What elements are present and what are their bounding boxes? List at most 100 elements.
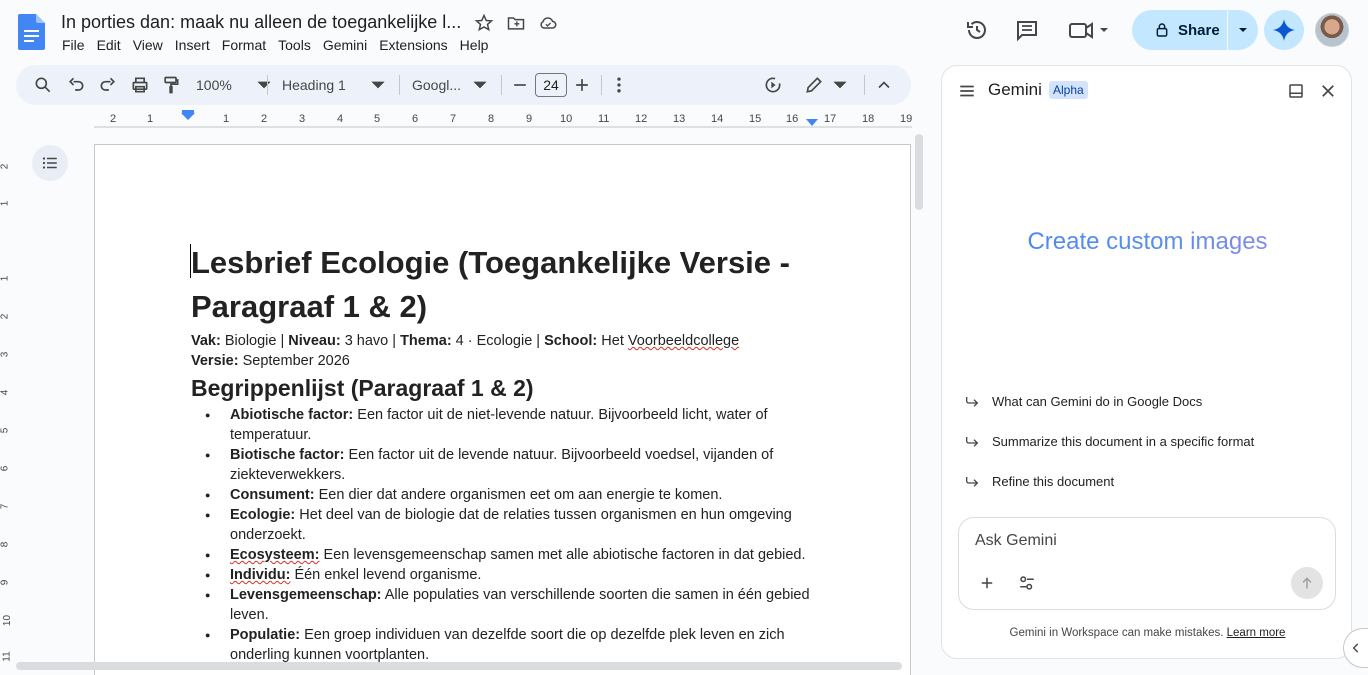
suggestion-chip[interactable]: Refine this document xyxy=(964,473,1114,489)
ruler-label: 6 xyxy=(412,113,419,125)
term-definition: Een levensgemeenschap samen met alle abi… xyxy=(319,547,806,563)
learn-more-link[interactable]: Learn more xyxy=(1227,627,1286,639)
menu-insert[interactable]: Insert xyxy=(175,37,216,53)
meta-school-label: School: xyxy=(544,333,598,349)
section-heading[interactable]: Begrippenlijst (Paragraaf 1 & 2) xyxy=(191,373,821,403)
zoom-select[interactable]: 100% xyxy=(196,75,274,95)
gemini-sparkle-icon xyxy=(1273,19,1295,41)
decrease-font-size-icon[interactable] xyxy=(510,75,530,95)
vertical-scrollbar[interactable] xyxy=(915,134,923,210)
chevron-down-icon xyxy=(473,81,487,89)
chevron-down-icon xyxy=(833,81,847,89)
list-item[interactable]: Levensgemeenschap: Alle populaties van v… xyxy=(191,585,821,625)
text-cursor xyxy=(190,244,191,278)
move-folder-icon[interactable] xyxy=(506,13,526,33)
menu-help[interactable]: Help xyxy=(460,37,495,53)
ask-gemini-input[interactable]: Ask Gemini xyxy=(958,517,1336,610)
style-value: Heading 1 xyxy=(282,77,346,93)
document-page[interactable]: Lesbrief Ecologie (Toegankelijke Versie … xyxy=(94,144,911,675)
document-body[interactable]: Lesbrief Ecologie (Toegankelijke Versie … xyxy=(190,241,821,665)
menu-tools[interactable]: Tools xyxy=(278,37,317,53)
ruler-label: 4 xyxy=(0,389,11,396)
main-toolbar: 100% Heading 1 Googl... 24 xyxy=(16,65,911,105)
close-icon[interactable] xyxy=(1319,82,1337,100)
ruler-label: 11 xyxy=(1,651,13,662)
redo-icon[interactable] xyxy=(98,75,118,95)
ruler-label: 14 xyxy=(711,113,724,125)
undo-icon[interactable] xyxy=(66,75,86,95)
ruler-label: 2 xyxy=(110,113,117,125)
list-item[interactable]: Abiotische factor: Een factor uit de nie… xyxy=(191,405,821,445)
paragraph-style-select[interactable]: Heading 1 xyxy=(282,75,388,95)
send-button[interactable] xyxy=(1291,567,1323,599)
list-item[interactable]: Individu: Één enkel levend organisme. xyxy=(191,565,821,585)
term-name: Ecologie: xyxy=(230,507,296,523)
version-line[interactable]: Versie: September 2026 xyxy=(191,351,821,371)
share-button[interactable]: Share xyxy=(1132,10,1258,50)
suggestion-chip[interactable]: What can Gemini do in Google Docs xyxy=(964,393,1202,409)
alpha-badge: Alpha xyxy=(1049,81,1088,99)
cloud-saved-icon[interactable] xyxy=(538,13,558,33)
list-item[interactable]: Populatie: Een groep individuen van deze… xyxy=(191,625,821,665)
increase-font-size-icon[interactable] xyxy=(572,75,592,95)
document-outline-button[interactable] xyxy=(32,145,68,181)
share-label: Share xyxy=(1178,21,1220,39)
menu-extensions[interactable]: Extensions xyxy=(379,37,453,53)
horizontal-scrollbar[interactable] xyxy=(16,662,902,670)
term-name: Levensgemeenschap: xyxy=(230,587,382,603)
tune-settings-icon[interactable] xyxy=(1018,574,1036,592)
lock-icon xyxy=(1156,23,1168,37)
version-history-icon[interactable] xyxy=(965,18,989,42)
horizontal-ruler[interactable]: 2 1 1 2 3 4 5 6 7 8 9 10 11 12 13 14 15 … xyxy=(94,110,912,128)
comments-icon[interactable] xyxy=(1015,18,1039,42)
google-docs-icon[interactable] xyxy=(18,14,45,50)
meta-niveau-label: Niveau: xyxy=(288,333,341,349)
document-heading[interactable]: Lesbrief Ecologie (Toegankelijke Versie … xyxy=(191,241,821,329)
menu-edit[interactable]: Edit xyxy=(97,37,127,53)
search-menus-icon[interactable] xyxy=(33,75,53,95)
chevron-down-icon xyxy=(1239,28,1247,32)
meta-line[interactable]: Vak: Biologie | Niveau: 3 havo | Thema: … xyxy=(191,331,821,351)
share-dropdown[interactable] xyxy=(1228,24,1258,36)
list-item[interactable]: Biotische factor: Een factor uit de leve… xyxy=(191,445,821,485)
vertical-ruler[interactable]: 2 1 1 2 3 4 5 6 7 8 9 10 11 xyxy=(0,143,14,663)
font-value: Googl... xyxy=(412,77,462,93)
menu-file[interactable]: File xyxy=(62,37,91,53)
list-item[interactable]: Ecologie: Het deel van de biologie dat d… xyxy=(191,505,821,545)
font-select[interactable]: Googl... xyxy=(412,75,490,95)
ruler-label: 11 xyxy=(598,113,610,125)
hamburger-menu-icon[interactable] xyxy=(958,82,976,100)
print-icon[interactable] xyxy=(130,75,150,95)
more-options-icon[interactable] xyxy=(609,75,629,95)
gemini-disclaimer: Gemini in Workspace can make mistakes. L… xyxy=(942,627,1353,639)
menu-gemini[interactable]: Gemini xyxy=(323,37,373,53)
hide-menus-chevron-up-icon[interactable] xyxy=(874,75,894,95)
paint-format-icon[interactable] xyxy=(161,75,181,95)
dock-panel-icon[interactable] xyxy=(1287,82,1305,100)
list-item[interactable]: Consument: Een dier dat andere organisme… xyxy=(191,485,821,505)
meta-school-name[interactable]: Voorbeeldcollege xyxy=(628,333,739,349)
chevron-left-icon xyxy=(1352,643,1359,653)
star-icon[interactable] xyxy=(474,13,494,33)
account-avatar[interactable] xyxy=(1315,13,1349,47)
list-item[interactable]: Ecosysteem: Een levensgemeenschap samen … xyxy=(191,545,821,565)
meta-vak: Biologie | xyxy=(220,333,289,349)
menu-view[interactable]: View xyxy=(133,37,169,53)
ruler-label: 1 xyxy=(223,113,230,125)
font-size-input[interactable]: 24 xyxy=(535,73,567,97)
ruler-label: 2 xyxy=(0,313,11,320)
ruler-label: 19 xyxy=(900,113,913,125)
editing-mode-select[interactable] xyxy=(804,75,850,95)
ruler-label: 10 xyxy=(2,614,14,627)
ruler-label: 16 xyxy=(786,113,799,125)
gemini-panel: Gemini Alpha Create custom images What c… xyxy=(941,65,1352,659)
meet-video-icon[interactable] xyxy=(1068,18,1108,42)
menu-format[interactable]: Format xyxy=(222,37,272,53)
document-title[interactable]: In porties dan: maak nu alleen de toegan… xyxy=(61,12,461,33)
suggestion-chip[interactable]: Summarize this document in a specific fo… xyxy=(964,433,1254,449)
add-icon[interactable] xyxy=(978,574,996,592)
ruler-label: 3 xyxy=(0,351,11,358)
arrow-forward-icon xyxy=(966,477,979,487)
editing-mode-history-icon[interactable] xyxy=(763,75,783,95)
gemini-button[interactable] xyxy=(1264,10,1304,50)
